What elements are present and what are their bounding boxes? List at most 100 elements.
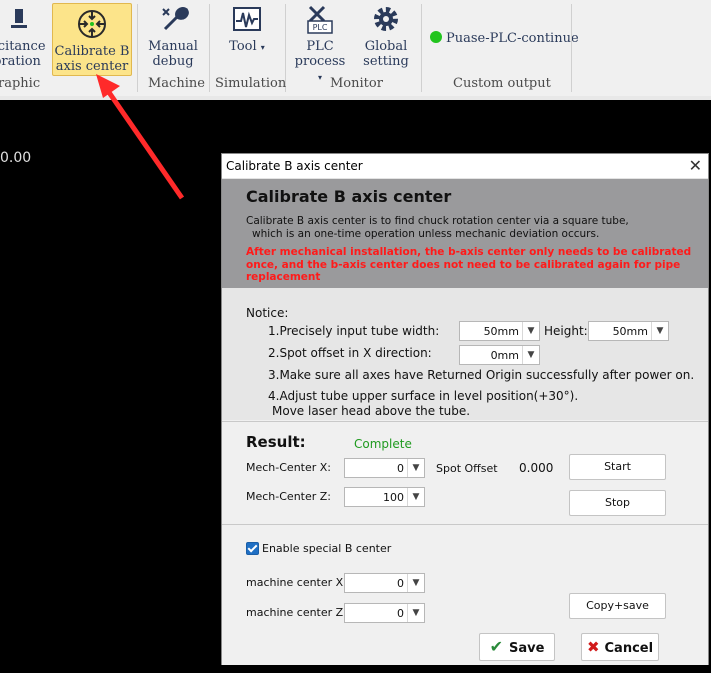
save-button[interactable]: ✔ Save xyxy=(479,633,555,661)
machine-center-x-field[interactable]: 0 ▼ xyxy=(344,573,425,593)
dialog-heading: Calibrate B axis center xyxy=(246,187,452,206)
dialog-titlebar[interactable]: Calibrate B axis center ✕ xyxy=(222,154,708,179)
calibrate-b-axis-button[interactable]: Calibrate B axis center xyxy=(52,3,132,76)
plc-label-2: process xyxy=(294,54,346,69)
machine-center-z-value: 0 xyxy=(397,607,404,620)
chevron-down-icon[interactable]: ▼ xyxy=(407,459,424,477)
notice-item-2: 2.Spot offset in X direction: xyxy=(268,346,432,360)
chevron-down-icon[interactable]: ▼ xyxy=(407,574,424,592)
tool-label: Tool xyxy=(229,39,257,54)
machine-center-x-value: 0 xyxy=(397,577,404,590)
cancel-label: Cancel xyxy=(604,641,654,656)
mech-center-z-field[interactable]: 100 ▼ xyxy=(344,487,425,507)
machine-center-x-label: machine center X: xyxy=(246,576,347,589)
tube-height-value: 50mm xyxy=(612,325,648,338)
group-label-custom: Custom output xyxy=(453,76,551,91)
notice-item-4-line-2: Move laser head above the tube. xyxy=(272,404,471,418)
plc-status-indicator[interactable]: Puase-PLC-continue xyxy=(430,31,579,46)
manual-label-1: Manual xyxy=(148,39,198,54)
start-button[interactable]: Start xyxy=(569,454,666,480)
dialog-header: Calibrate B axis center Calibrate B axis… xyxy=(222,179,708,288)
manual-debug-button[interactable]: Manual debug xyxy=(145,3,201,69)
separator xyxy=(137,4,138,92)
chevron-down-icon[interactable]: ▼ xyxy=(522,322,539,340)
mech-center-x-value: 0 xyxy=(397,462,404,475)
result-status: Complete xyxy=(354,437,412,451)
special-b-center-section: Enable special B center machine center X… xyxy=(222,524,708,665)
chevron-down-icon[interactable]: ▼ xyxy=(651,322,668,340)
capacitance-label-2: bration xyxy=(0,54,41,69)
mech-center-x-label: Mech-Center X: xyxy=(246,461,332,474)
group-label-monitor: Monitor xyxy=(330,76,383,91)
warning-text: After mechanical installation, the b-axi… xyxy=(246,246,692,283)
ribbon-toolbar: acitance bration Calibrate B axis center… xyxy=(0,0,711,97)
waveform-icon xyxy=(233,7,261,31)
gear-icon xyxy=(374,7,398,31)
spot-offset-value: 0.000 xyxy=(519,461,554,475)
status-dot-icon xyxy=(430,31,442,43)
separator xyxy=(421,4,422,92)
plc-process-button[interactable]: PLC PLC process ▾ xyxy=(291,3,349,85)
manual-label-2: debug xyxy=(152,54,194,69)
enable-special-checkbox[interactable] xyxy=(246,542,259,555)
spot-offset-x-field[interactable]: 0mm ▼ xyxy=(459,345,540,365)
plc-dropdown-icon: ▾ xyxy=(317,73,322,82)
copy-save-button[interactable]: Copy+save xyxy=(569,593,666,619)
coordinate-readout: 0.00 xyxy=(0,150,32,166)
notice-item-4-line-1: 4.Adjust tube upper surface in level pos… xyxy=(268,389,579,403)
tube-height-field[interactable]: 50mm ▼ xyxy=(588,321,669,341)
spot-offset-label: Spot Offset xyxy=(436,462,498,475)
calibrate-target-icon xyxy=(78,10,106,38)
mech-center-x-field[interactable]: 0 ▼ xyxy=(344,458,425,478)
tool-dropdown-icon: ▾ xyxy=(260,43,265,52)
global-setting-button[interactable]: Global setting xyxy=(357,3,415,69)
chevron-down-icon[interactable]: ▼ xyxy=(522,346,539,364)
checkmark-icon: ✔ xyxy=(489,637,503,656)
calibrate-b-axis-dialog: Calibrate B axis center ✕ Calibrate B ax… xyxy=(221,153,709,665)
save-label: Save xyxy=(508,641,545,656)
notice-label: Notice: xyxy=(246,306,289,320)
capacitance-icon xyxy=(11,9,27,28)
mech-center-z-value: 100 xyxy=(383,491,404,504)
group-label-graphic: raphic xyxy=(0,76,41,91)
tool-button[interactable]: Tool ▾ xyxy=(218,3,276,55)
machine-center-z-field[interactable]: 0 ▼ xyxy=(344,603,425,623)
enable-special-label: Enable special B center xyxy=(262,542,392,555)
group-label-simulation: Simulation xyxy=(215,76,287,91)
dialog-title: Calibrate B axis center xyxy=(226,159,363,173)
calibrate-label-2: axis center xyxy=(55,59,129,74)
cancel-button[interactable]: ✖ Cancel xyxy=(581,633,659,661)
mech-center-z-label: Mech-Center Z: xyxy=(246,490,332,503)
tube-width-field[interactable]: 50mm ▼ xyxy=(459,321,540,341)
machine-center-z-label: machine center Z: xyxy=(246,606,347,619)
svg-text:PLC: PLC xyxy=(313,23,328,32)
group-label-machine: Machine xyxy=(148,76,205,91)
wrench-icon xyxy=(162,7,189,31)
stop-button[interactable]: Stop xyxy=(569,490,666,516)
result-label: Result: xyxy=(246,433,306,451)
capacitance-label-1: acitance xyxy=(0,39,46,54)
x-icon: ✖ xyxy=(586,638,600,656)
global-label-2: setting xyxy=(363,54,409,69)
plc-icon: PLC xyxy=(307,5,333,34)
result-section: Result: Complete Mech-Center X: 0 ▼ Spot… xyxy=(222,421,708,524)
plc-label-1: PLC xyxy=(306,39,334,54)
chevron-down-icon[interactable]: ▼ xyxy=(407,488,424,506)
chevron-down-icon[interactable]: ▼ xyxy=(407,604,424,622)
capacitance-calibration-button[interactable]: acitance bration xyxy=(0,3,46,69)
dialog-description: Calibrate B axis center is to find chuck… xyxy=(246,215,696,241)
notice-item-3: 3.Make sure all axes have Returned Origi… xyxy=(268,368,695,382)
calibrate-label-1: Calibrate B xyxy=(54,44,130,59)
global-label-1: Global xyxy=(364,39,408,54)
tube-width-value: 50mm xyxy=(483,325,519,338)
separator xyxy=(571,4,572,92)
close-icon[interactable]: ✕ xyxy=(689,156,702,175)
description-line-1: Calibrate B axis center is to find chuck… xyxy=(246,215,629,227)
notice-item-1: 1.Precisely input tube width: xyxy=(268,324,440,338)
description-line-2: which is an one-time operation unless me… xyxy=(252,228,600,240)
plc-status-text: Puase-PLC-continue xyxy=(446,31,579,46)
spot-offset-x-value: 0mm xyxy=(490,349,519,362)
height-label: Height: xyxy=(544,324,588,338)
separator xyxy=(209,4,210,92)
notice-section: Notice: 1.Precisely input tube width: 50… xyxy=(222,288,708,420)
